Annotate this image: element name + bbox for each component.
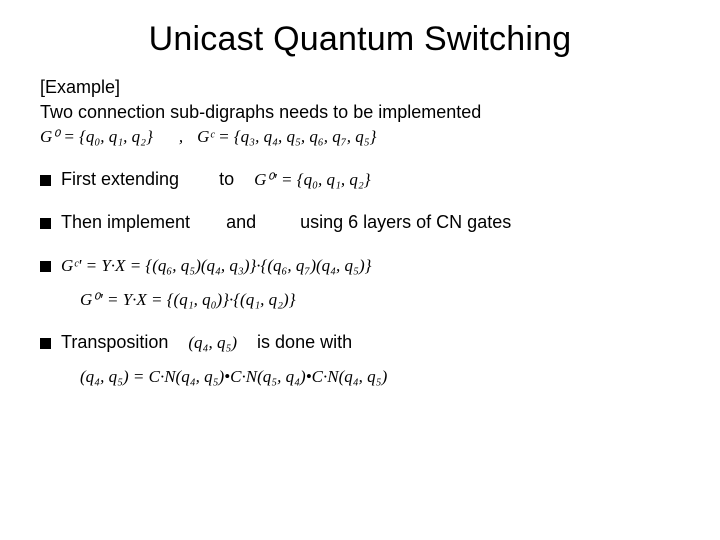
math-CN: (q₄, q₅) = C·N(q₄, q₅)•C·N(q₅, q₄)•C·N(q… bbox=[80, 367, 387, 387]
example-label: [Example] bbox=[40, 77, 680, 98]
first-extending-text: First extending bbox=[61, 169, 179, 190]
slide-body: [Example] Two connection sub-digraphs ne… bbox=[0, 77, 720, 387]
eq-G0-YX-line: G⁰ʹ = Y·X = {(q₁, q₀)}·{(q₁, q₂)} bbox=[40, 290, 680, 310]
eq-CN-line: (q₄, q₅) = C·N(q₄, q₅)•C·N(q₅, q₄)•C·N(q… bbox=[40, 367, 680, 387]
intro-text: Two connection sub-digraphs needs to be … bbox=[40, 102, 680, 123]
to-text: to bbox=[219, 169, 234, 190]
math-pair-q4q5: (q₄, q₅) bbox=[188, 333, 237, 353]
using-layers-text: using 6 layers of CN gates bbox=[300, 212, 511, 233]
math-GC: Gᶜ = {q₃, q₄, q₅, q₆, q₇, q₅} bbox=[197, 127, 376, 147]
square-bullet-icon bbox=[40, 332, 57, 353]
math-G0-YX: G⁰ʹ = Y·X = {(q₁, q₀)}·{(q₁, q₂)} bbox=[80, 290, 296, 310]
comma: , bbox=[179, 127, 183, 147]
and-text: and bbox=[226, 212, 256, 233]
slide-title: Unicast Quantum Switching bbox=[0, 20, 720, 59]
transposition-text: Transposition bbox=[61, 332, 168, 353]
square-bullet-icon bbox=[40, 212, 57, 233]
bullet-equations: Gᶜʹ = Y·X = {(q₆, q₅)(q₄, q₃)}·{(q₆, q₇)… bbox=[40, 255, 680, 276]
square-bullet-icon bbox=[40, 169, 57, 190]
eq-graphs: G⁰ = {q₀, q₁, q₂} , Gᶜ = {q₃, q₄, q₅, q₆… bbox=[40, 127, 680, 147]
bullet-then-implement: Then implement and using 6 layers of CN … bbox=[40, 212, 680, 233]
math-Gc-YX: Gᶜʹ = Y·X = {(q₆, q₅)(q₄, q₃)}·{(q₆, q₇)… bbox=[61, 256, 371, 276]
bullet-transposition: Transposition (q₄, q₅) is done with bbox=[40, 332, 680, 353]
is-done-with-text: is done with bbox=[257, 332, 352, 353]
slide: Unicast Quantum Switching [Example] Two … bbox=[0, 0, 720, 540]
math-G0p: G⁰ʹ = {q₀, q₁, q₂} bbox=[254, 170, 371, 190]
math-G0: G⁰ = {q₀, q₁, q₂} bbox=[40, 127, 153, 147]
bullet-first-extending: First extending to G⁰ʹ = {q₀, q₁, q₂} bbox=[40, 169, 680, 190]
square-bullet-icon bbox=[40, 255, 57, 276]
then-implement-text: Then implement bbox=[61, 212, 190, 233]
